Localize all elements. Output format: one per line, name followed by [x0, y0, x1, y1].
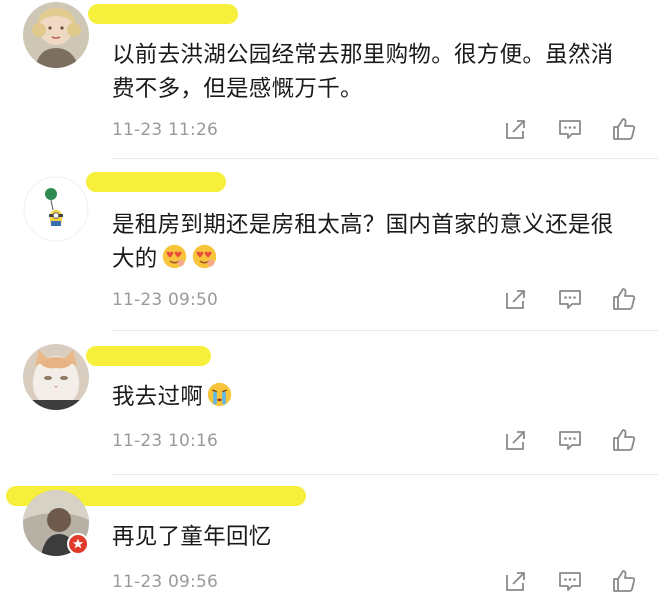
comment-text: 以前去洪湖公园经常去那里购物。很方便。虽然消费不多，但是感慨万千。	[112, 42, 614, 102]
heart-eyes-face-emoji-icon	[192, 244, 216, 269]
comment-actions	[500, 115, 640, 143]
comment-item: 是租房到期还是房租太高？国内首家的意义还是很大的 11-23 09:50	[0, 160, 658, 332]
verified-badge-icon	[67, 533, 89, 555]
avatar[interactable]	[23, 176, 89, 242]
comment-icon[interactable]	[556, 567, 584, 595]
comment-icon[interactable]	[556, 115, 584, 143]
share-icon[interactable]	[502, 285, 530, 313]
woman-portrait-avatar-icon	[23, 2, 89, 68]
thumbs-up-icon[interactable]	[610, 115, 638, 143]
share-icon[interactable]	[502, 426, 530, 454]
comment-item: 以前去洪湖公园经常去那里购物。很方便。虽然消费不多，但是感慨万千。 11-23 …	[0, 0, 658, 160]
redacted-username	[86, 172, 226, 192]
share-icon[interactable]	[502, 115, 530, 143]
comment-item: 我去过啊 11-23 10:16	[0, 332, 658, 476]
comment-timestamp: 11-23 11:26	[112, 120, 218, 140]
thumbs-up-icon[interactable]	[610, 285, 638, 313]
comment-text-content: 我去过啊	[112, 384, 204, 410]
share-icon[interactable]	[502, 567, 530, 595]
heart-eyes-face-emoji-icon	[162, 244, 186, 269]
comment-timestamp: 11-23 10:16	[112, 431, 218, 451]
divider	[112, 158, 658, 159]
redacted-username	[88, 4, 238, 24]
comment-item: 再见了童年回忆 11-23 09:56	[0, 476, 658, 604]
comment-actions	[500, 567, 640, 595]
thumbs-up-icon[interactable]	[610, 426, 638, 454]
minion-balloon-avatar-icon	[23, 176, 89, 242]
thumbs-up-icon[interactable]	[610, 567, 638, 595]
divider	[112, 330, 658, 331]
comment-icon[interactable]	[556, 426, 584, 454]
cat-avatar-icon	[23, 344, 89, 410]
avatar[interactable]	[23, 344, 89, 410]
comment-text: 我去过啊	[112, 380, 632, 414]
comment-icon[interactable]	[556, 285, 584, 313]
comment-timestamp: 11-23 09:56	[112, 572, 218, 592]
divider	[112, 474, 658, 475]
comment-text: 是租房到期还是房租太高？国内首家的意义还是很大的	[112, 208, 632, 276]
redacted-username	[86, 346, 211, 366]
crying-face-emoji-icon	[208, 382, 232, 407]
comment-actions	[500, 426, 640, 454]
comment-timestamp: 11-23 09:50	[112, 290, 218, 310]
avatar[interactable]	[23, 2, 89, 68]
comment-actions	[500, 285, 640, 313]
comment-text: 再见了童年回忆	[112, 524, 272, 550]
